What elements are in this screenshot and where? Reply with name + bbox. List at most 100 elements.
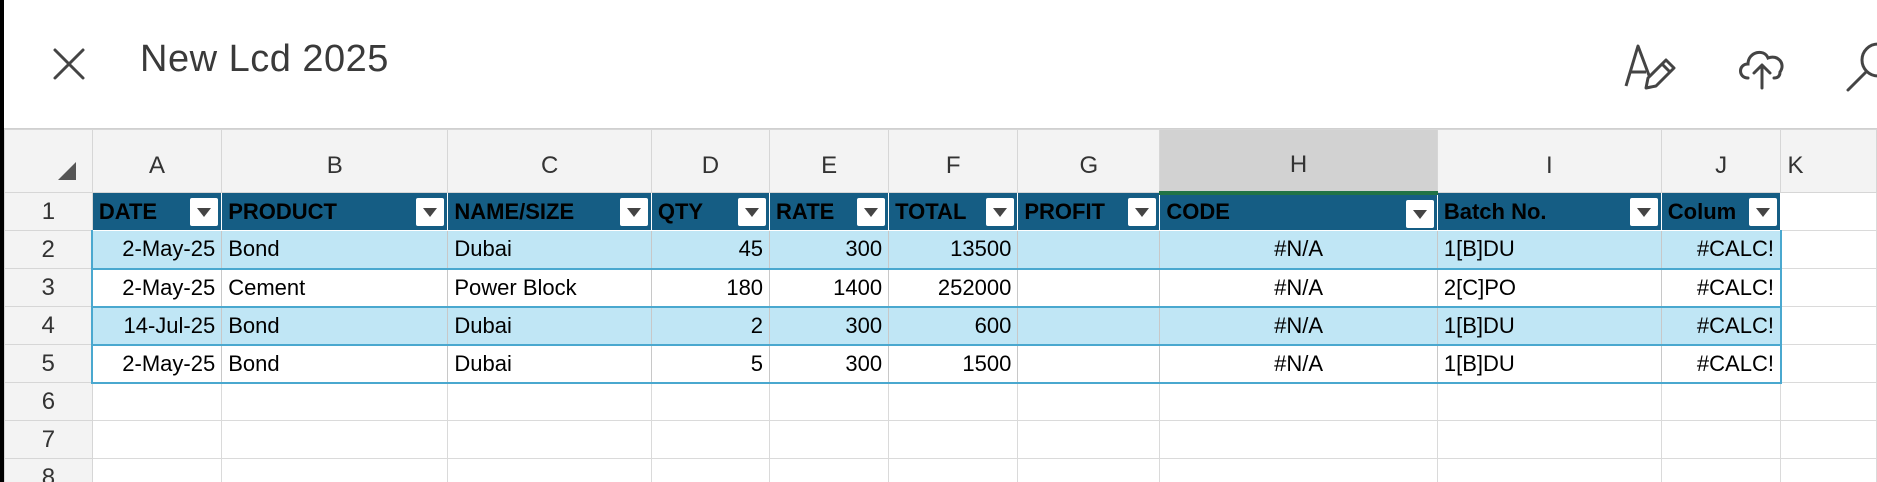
row-header[interactable]: 2 xyxy=(4,230,93,269)
cell[interactable] xyxy=(1159,420,1438,459)
cell-rate[interactable]: 300 xyxy=(769,306,890,346)
cell-product[interactable]: Bond xyxy=(221,230,449,270)
cell[interactable] xyxy=(91,458,223,482)
close-icon[interactable] xyxy=(49,44,89,84)
cell-rate[interactable]: 300 xyxy=(769,344,890,384)
cell[interactable] xyxy=(1780,344,1877,383)
filter-dropdown-button[interactable] xyxy=(1629,198,1658,226)
cell-profit[interactable] xyxy=(1017,344,1161,384)
filter-dropdown-button[interactable] xyxy=(738,198,767,226)
cell[interactable] xyxy=(1017,458,1161,482)
cell-product[interactable]: Cement xyxy=(221,268,449,308)
cell-colum[interactable]: #CALC! xyxy=(1660,306,1782,346)
cell[interactable] xyxy=(888,420,1019,459)
cell[interactable] xyxy=(1017,382,1161,421)
cell[interactable] xyxy=(769,458,890,482)
cell-colum[interactable]: #CALC! xyxy=(1660,230,1782,270)
cell[interactable] xyxy=(1780,268,1877,307)
cell-product[interactable]: Bond xyxy=(221,344,449,384)
table-header-cell[interactable]: CODE xyxy=(1159,192,1438,231)
select-all-corner[interactable] xyxy=(4,129,93,193)
filter-dropdown-button[interactable] xyxy=(619,198,648,226)
cell[interactable] xyxy=(1436,420,1662,459)
column-header-h[interactable]: H xyxy=(1159,129,1438,195)
cell-name-size[interactable]: Dubai xyxy=(447,344,652,384)
cell[interactable] xyxy=(1780,458,1877,482)
row-header[interactable]: 7 xyxy=(4,420,93,459)
cell[interactable] xyxy=(1780,306,1877,345)
table-header-cell[interactable]: QTY xyxy=(650,192,771,231)
cell-date[interactable]: 2-May-25 xyxy=(91,268,223,308)
cell-code[interactable]: #N/A xyxy=(1159,230,1438,270)
filter-dropdown-button[interactable] xyxy=(190,198,219,226)
cell-qty[interactable]: 5 xyxy=(650,344,771,384)
column-header-f[interactable]: F xyxy=(888,129,1019,193)
cell-code[interactable]: #N/A xyxy=(1159,268,1438,308)
cell[interactable] xyxy=(1780,230,1877,269)
cell-date[interactable]: 2-May-25 xyxy=(91,230,223,270)
column-header-g[interactable]: G xyxy=(1017,129,1161,193)
cloud-upload-icon[interactable] xyxy=(1734,38,1790,94)
cell-total[interactable]: 600 xyxy=(888,306,1019,346)
cell[interactable] xyxy=(650,382,771,421)
column-header-k[interactable]: K xyxy=(1780,129,1877,193)
filter-dropdown-button[interactable] xyxy=(1405,199,1434,228)
cell[interactable] xyxy=(1660,458,1782,482)
table-header-cell[interactable]: TOTAL xyxy=(888,192,1019,231)
cell[interactable] xyxy=(447,382,652,421)
cell-batch-no[interactable]: 1[B]DU xyxy=(1436,230,1662,270)
cell-name-size[interactable]: Dubai xyxy=(447,306,652,346)
cell-batch-no[interactable]: 2[C]PO xyxy=(1436,268,1662,308)
column-header-a[interactable]: A xyxy=(91,129,223,193)
filter-dropdown-button[interactable] xyxy=(1128,198,1157,226)
cell-total[interactable]: 1500 xyxy=(888,344,1019,384)
filter-dropdown-button[interactable] xyxy=(1749,198,1778,226)
pen-edit-icon[interactable] xyxy=(1622,38,1678,94)
cell-date[interactable]: 2-May-25 xyxy=(91,344,223,384)
row-header[interactable]: 4 xyxy=(4,306,93,345)
cell-total[interactable]: 13500 xyxy=(888,230,1019,270)
cell[interactable] xyxy=(1159,382,1438,421)
cell-code[interactable]: #N/A xyxy=(1159,306,1438,346)
table-header-cell[interactable]: RATE xyxy=(769,192,890,231)
cell-profit[interactable] xyxy=(1017,268,1161,308)
cell[interactable] xyxy=(888,458,1019,482)
cell[interactable] xyxy=(1159,458,1438,482)
cell[interactable] xyxy=(1780,420,1877,459)
table-header-cell[interactable]: Batch No. xyxy=(1436,192,1662,231)
table-header-cell[interactable]: Colum xyxy=(1660,192,1782,231)
cell-qty[interactable]: 45 xyxy=(650,230,771,270)
table-header-cell[interactable]: DATE xyxy=(91,192,223,231)
cell-rate[interactable]: 1400 xyxy=(769,268,890,308)
cell-name-size[interactable]: Power Block xyxy=(447,268,652,308)
cell-batch-no[interactable]: 1[B]DU xyxy=(1436,306,1662,346)
column-header-e[interactable]: E xyxy=(769,129,890,193)
table-header-cell[interactable]: NAME/SIZE xyxy=(447,192,652,231)
cell[interactable] xyxy=(447,420,652,459)
cell-product[interactable]: Bond xyxy=(221,306,449,346)
spreadsheet-grid[interactable]: A B C D E F G H I J K 1 DATE PRODUCT NAM… xyxy=(4,129,1877,482)
cell[interactable] xyxy=(650,458,771,482)
table-header-cell[interactable]: PRODUCT xyxy=(221,192,449,231)
cell[interactable] xyxy=(1780,192,1877,231)
cell-date[interactable]: 14-Jul-25 xyxy=(91,306,223,346)
cell-profit[interactable] xyxy=(1017,306,1161,346)
cell-batch-no[interactable]: 1[B]DU xyxy=(1436,344,1662,384)
cell-rate[interactable]: 300 xyxy=(769,230,890,270)
column-header-b[interactable]: B xyxy=(221,129,449,193)
filter-dropdown-button[interactable] xyxy=(857,198,886,226)
table-header-cell[interactable]: PROFIT xyxy=(1017,192,1161,231)
cell[interactable] xyxy=(1780,382,1877,421)
cell-qty[interactable]: 180 xyxy=(650,268,771,308)
row-header[interactable]: 6 xyxy=(4,382,93,421)
column-header-d[interactable]: D xyxy=(650,129,771,193)
row-header[interactable]: 3 xyxy=(4,268,93,307)
cell-colum[interactable]: #CALC! xyxy=(1660,268,1782,308)
cell-total[interactable]: 252000 xyxy=(888,268,1019,308)
cell[interactable] xyxy=(888,382,1019,421)
filter-dropdown-button[interactable] xyxy=(986,198,1015,226)
cell[interactable] xyxy=(91,382,223,421)
row-header[interactable]: 1 xyxy=(4,192,93,231)
cell[interactable] xyxy=(1017,420,1161,459)
column-header-j[interactable]: J xyxy=(1660,129,1782,193)
